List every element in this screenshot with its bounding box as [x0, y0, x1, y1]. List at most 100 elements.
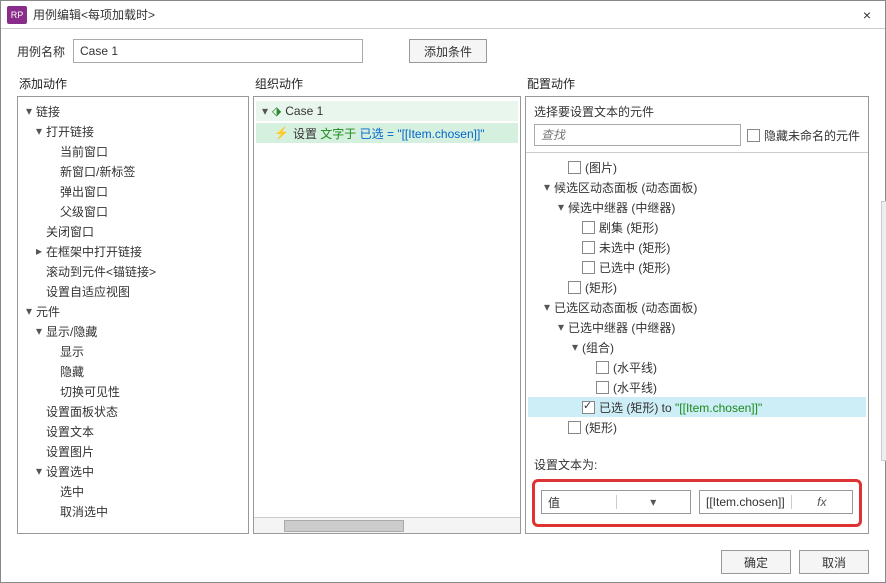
case-name-row: 用例名称 添加条件 — [1, 29, 885, 69]
expand-icon[interactable]: ▾ — [556, 320, 566, 334]
value-config-box: 值 ▾ [[Item.chosen]] fx — [532, 479, 862, 527]
value-type-dropdown[interactable]: 值 ▾ — [541, 490, 691, 514]
action-tree-item[interactable]: 切换可见性 — [20, 381, 246, 401]
expand-icon[interactable]: ▾ — [34, 324, 44, 338]
widget-tree-label: (矩形) — [585, 419, 617, 436]
widget-checkbox[interactable] — [596, 381, 609, 394]
case-icon: ⬗ — [272, 104, 281, 118]
action-tree-label: 新窗口/新标签 — [60, 163, 135, 180]
action-tree-item[interactable]: ▾打开链接 — [20, 121, 246, 141]
action-tree-item[interactable]: 设置自适应视图 — [20, 281, 246, 301]
dialog-footer: 确定 取消 — [1, 542, 885, 582]
widget-tree-item[interactable]: 已选 (矩形) to "[[Item.chosen]]" — [528, 397, 866, 417]
widget-tree-item[interactable]: ▾已选中继器 (中继器) — [528, 317, 866, 337]
fx-button[interactable]: fx — [791, 495, 852, 509]
action-tree-label: 父级窗口 — [60, 203, 108, 220]
action-tree-label: 关闭窗口 — [46, 223, 94, 240]
action-tree-label: 元件 — [36, 303, 60, 320]
expand-icon[interactable]: ▾ — [24, 104, 34, 118]
expand-icon[interactable]: ▾ — [260, 104, 270, 118]
organize-actions-panel: ▾ ⬗ Case 1 ⚡ 设置 文字于 已选 = "[[Item.chosen]… — [253, 96, 521, 534]
action-tree-item[interactable]: ▾显示/隐藏 — [20, 321, 246, 341]
widget-tree-item[interactable]: 剧集 (矩形) — [528, 217, 866, 237]
columns: 添加动作 ▾链接▾打开链接当前窗口新窗口/新标签弹出窗口父级窗口关闭窗口▸在框架… — [1, 69, 885, 542]
add-actions-panel: ▾链接▾打开链接当前窗口新窗口/新标签弹出窗口父级窗口关闭窗口▸在框架中打开链接… — [17, 96, 249, 534]
widget-checkbox[interactable] — [568, 161, 581, 174]
case-name-input[interactable] — [73, 39, 363, 63]
widget-tree-item[interactable]: (水平线) — [528, 377, 866, 397]
action-tree-item[interactable]: 滚动到元件<锚链接> — [20, 261, 246, 281]
expand-icon[interactable]: ▾ — [570, 340, 580, 354]
action-tree-item[interactable]: ▾设置选中 — [20, 461, 246, 481]
action-tree-label: 设置文本 — [46, 423, 94, 440]
widget-tree-item[interactable]: (矩形) — [528, 277, 866, 297]
select-widget-header: 选择要设置文本的元件 — [526, 97, 868, 124]
action-tree-item[interactable]: 新窗口/新标签 — [20, 161, 246, 181]
side-tab[interactable] — [881, 201, 886, 461]
widget-tree: (图片)▾候选区动态面板 (动态面板)▾候选中继器 (中继器) 剧集 (矩形)未选… — [526, 152, 868, 452]
expand-icon[interactable]: ▾ — [542, 300, 552, 314]
action-tree-item[interactable]: 设置面板状态 — [20, 401, 246, 421]
widget-tree-item[interactable]: ▾候选中继器 (中继器) — [528, 197, 866, 217]
window-title: 用例编辑<每项加载时> — [33, 6, 855, 23]
action-tree-label: 切换可见性 — [60, 383, 120, 400]
action-tree-item[interactable]: 设置文本 — [20, 421, 246, 441]
action-tree-label: 设置自适应视图 — [46, 283, 130, 300]
widget-tree-item[interactable]: (矩形) — [528, 417, 866, 437]
widget-tree-item[interactable]: ▾候选区动态面板 (动态面板) — [528, 177, 866, 197]
widget-checkbox[interactable] — [582, 221, 595, 234]
add-condition-button[interactable]: 添加条件 — [409, 39, 487, 63]
chevron-down-icon: ▾ — [616, 495, 691, 509]
action-tree-item[interactable]: 关闭窗口 — [20, 221, 246, 241]
widget-tree-item[interactable]: (图片) — [528, 157, 866, 177]
widget-tree-item[interactable]: ▾已选区动态面板 (动态面板) — [528, 297, 866, 317]
case-node[interactable]: ▾ ⬗ Case 1 — [256, 101, 518, 121]
expand-icon[interactable]: ▾ — [556, 200, 566, 214]
widget-tree-label: (图片) — [585, 159, 617, 176]
expand-icon[interactable]: ▾ — [34, 124, 44, 138]
expand-icon[interactable]: ▸ — [34, 244, 44, 258]
action-tree-item[interactable]: 选中 — [20, 481, 246, 501]
action-tree-item[interactable]: 父级窗口 — [20, 201, 246, 221]
widget-checkbox[interactable] — [568, 281, 581, 294]
hide-unnamed-checkbox[interactable]: 隐藏未命名的元件 — [747, 127, 860, 144]
horizontal-scrollbar[interactable] — [254, 517, 520, 533]
widget-checkbox[interactable] — [568, 421, 581, 434]
set-text-label: 设置文本为: — [526, 452, 868, 473]
widget-checkbox[interactable] — [596, 361, 609, 374]
action-tree-label: 隐藏 — [60, 363, 84, 380]
action-tree-item[interactable]: 取消选中 — [20, 501, 246, 521]
action-tree-item[interactable]: ▸在框架中打开链接 — [20, 241, 246, 261]
add-actions-title: 添加动作 — [17, 69, 249, 96]
ok-button[interactable]: 确定 — [721, 550, 791, 574]
expand-icon[interactable]: ▾ — [542, 180, 552, 194]
action-tree-item[interactable]: ▾元件 — [20, 301, 246, 321]
close-icon[interactable]: × — [855, 7, 879, 23]
widget-checkbox[interactable] — [582, 261, 595, 274]
expand-icon[interactable]: ▾ — [34, 464, 44, 478]
widget-tree-label: 已选区动态面板 (动态面板) — [554, 299, 697, 316]
action-node[interactable]: ⚡ 设置 文字于 已选 = "[[Item.chosen]]" — [256, 123, 518, 143]
widget-tree-item[interactable]: (水平线) — [528, 357, 866, 377]
action-tree-item[interactable]: ▾链接 — [20, 101, 246, 121]
action-tree-item[interactable]: 当前窗口 — [20, 141, 246, 161]
action-tree-item[interactable]: 隐藏 — [20, 361, 246, 381]
action-text: 设置 文字于 已选 = "[[Item.chosen]]" — [293, 125, 485, 142]
action-tree-item[interactable]: 弹出窗口 — [20, 181, 246, 201]
search-input[interactable] — [534, 124, 741, 146]
widget-tree-item[interactable]: 未选中 (矩形) — [528, 237, 866, 257]
cancel-button[interactable]: 取消 — [799, 550, 869, 574]
widget-checkbox[interactable] — [582, 241, 595, 254]
widget-tree-label: 已选中继器 (中继器) — [568, 319, 675, 336]
action-tree-item[interactable]: 设置图片 — [20, 441, 246, 461]
widget-checkbox[interactable] — [582, 401, 595, 414]
case-name-label: 用例名称 — [17, 43, 65, 60]
widget-tree-item[interactable]: 已选中 (矩形) — [528, 257, 866, 277]
widget-tree-label: 剧集 (矩形) — [599, 219, 658, 236]
action-tree-label: 在框架中打开链接 — [46, 243, 142, 260]
widget-tree-label: (矩形) — [585, 279, 617, 296]
expand-icon[interactable]: ▾ — [24, 304, 34, 318]
action-tree-item[interactable]: 显示 — [20, 341, 246, 361]
value-expression-input[interactable]: [[Item.chosen]] fx — [699, 490, 853, 514]
widget-tree-item[interactable]: ▾(组合) — [528, 337, 866, 357]
